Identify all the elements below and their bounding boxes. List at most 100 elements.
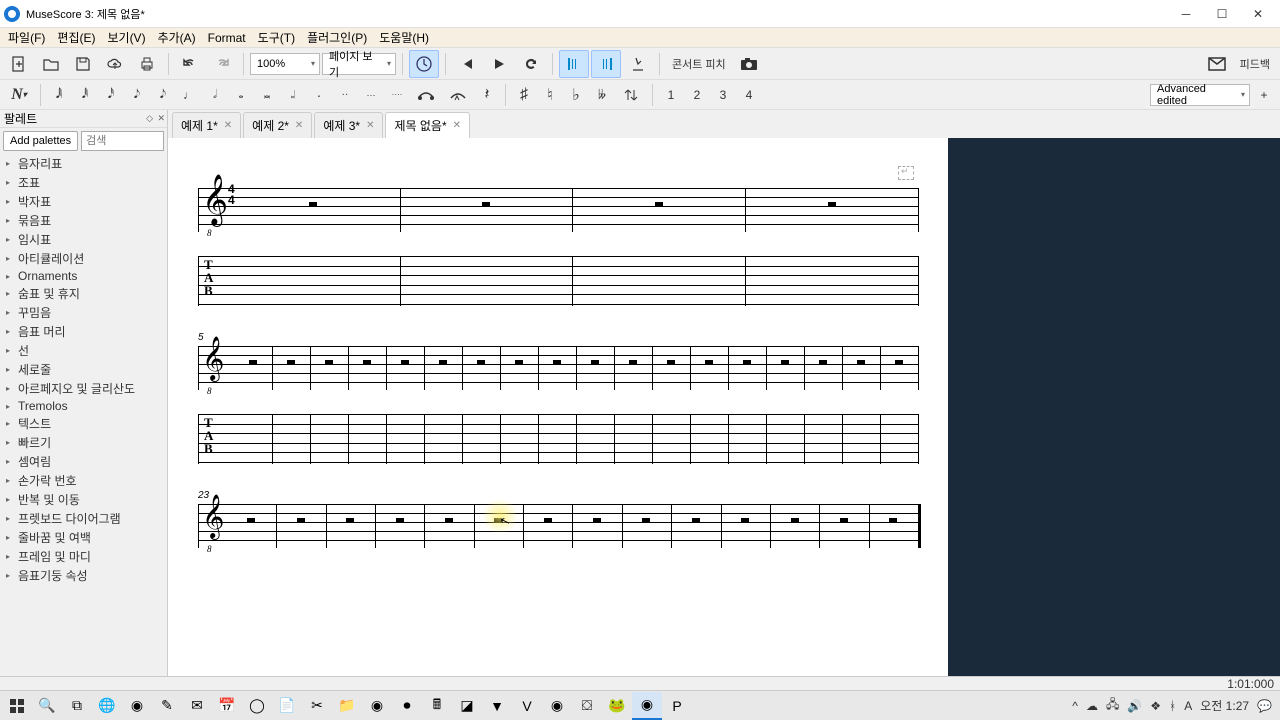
palette-item[interactable]: ▸음표기둥 속성 bbox=[0, 566, 167, 585]
tie-button[interactable] bbox=[411, 81, 441, 109]
duration-quarter-button[interactable]: ♩ bbox=[177, 81, 201, 109]
play-button[interactable] bbox=[484, 50, 514, 78]
cloud-button[interactable] bbox=[100, 50, 130, 78]
calendar-icon[interactable]: 📅 bbox=[212, 692, 242, 720]
app-icon-3[interactable]: 📄 bbox=[272, 692, 302, 720]
close-button[interactable]: ✕ bbox=[1240, 1, 1276, 27]
palette-item[interactable]: ▸음자리표 bbox=[0, 154, 167, 173]
palette-item[interactable]: ▸텍스트 bbox=[0, 414, 167, 433]
chrome-icon[interactable]: ◯ bbox=[242, 692, 272, 720]
snapshot-button[interactable] bbox=[734, 50, 764, 78]
calc-icon[interactable]: 🖩 bbox=[422, 692, 452, 720]
app-icon-6[interactable]: ▼ bbox=[482, 692, 512, 720]
note-input-mode-button[interactable]: N▾ bbox=[4, 81, 34, 109]
voice-2-button[interactable]: 2 bbox=[685, 81, 709, 109]
duration-8th2-button[interactable]: 𝅘𝅥𝅮 bbox=[151, 81, 175, 109]
duration-half-button[interactable]: 𝅗𝅥 bbox=[203, 81, 227, 109]
app-icon-5[interactable]: ◪ bbox=[452, 692, 482, 720]
search-icon[interactable]: 🔍 bbox=[32, 692, 62, 720]
palette-item[interactable]: ▸박자표 bbox=[0, 192, 167, 211]
menu-tools[interactable]: 도구(T) bbox=[252, 27, 301, 48]
tray-app-icon[interactable]: ❖ bbox=[1150, 699, 1161, 713]
duration-64th-button[interactable]: 𝅘𝅥𝅲 bbox=[47, 81, 71, 109]
maps-icon[interactable]: ◉ bbox=[362, 692, 392, 720]
concert-pitch-button[interactable]: 콘서트 피치 bbox=[666, 56, 732, 72]
menu-help[interactable]: 도움말(H) bbox=[373, 27, 435, 48]
dot4-button[interactable]: ···· bbox=[385, 81, 409, 109]
app-icon-2[interactable]: ✎ bbox=[152, 692, 182, 720]
flip-button[interactable] bbox=[616, 81, 646, 109]
rest-button[interactable]: 𝄽 bbox=[475, 81, 499, 109]
voice-3-button[interactable]: 3 bbox=[711, 81, 735, 109]
tray-ime-icon[interactable]: A bbox=[1184, 699, 1192, 713]
menu-file[interactable]: 파일(F) bbox=[2, 27, 51, 48]
palette-item[interactable]: ▸빠르기 bbox=[0, 433, 167, 452]
add-palettes-button[interactable]: Add palettes bbox=[3, 131, 78, 151]
palette-item[interactable]: ▸조표 bbox=[0, 173, 167, 192]
palette-item[interactable]: ▸프렛보드 다이어그램 bbox=[0, 509, 167, 528]
palette-item[interactable]: ▸Ornaments bbox=[0, 268, 167, 284]
taskview-icon[interactable]: ⧉ bbox=[62, 692, 92, 720]
menu-edit[interactable]: 편집(E) bbox=[51, 27, 101, 48]
feedback-label[interactable]: 피드백 bbox=[1234, 56, 1276, 72]
document-tab[interactable]: 예제 3*✕ bbox=[314, 112, 383, 138]
tray-cloud-icon[interactable]: ☁ bbox=[1086, 699, 1098, 713]
tab-close-icon[interactable]: ✕ bbox=[453, 120, 461, 131]
slur-button[interactable] bbox=[443, 81, 473, 109]
view-mode-combo[interactable]: 페이지 보기 bbox=[322, 53, 396, 75]
menu-add[interactable]: 추가(A) bbox=[152, 27, 202, 48]
edge-icon[interactable]: 🌐 bbox=[92, 692, 122, 720]
rewind-button[interactable] bbox=[452, 50, 482, 78]
palette-item[interactable]: ▸음표 머리 bbox=[0, 322, 167, 341]
zoom-combo[interactable]: 100% bbox=[250, 53, 320, 75]
app-icon-9[interactable]: ⛋ bbox=[572, 692, 602, 720]
save-button[interactable] bbox=[68, 50, 98, 78]
record-icon[interactable]: ⏺ bbox=[392, 692, 422, 720]
document-tab[interactable]: 예제 1*✕ bbox=[172, 112, 241, 138]
voice-1-button[interactable]: 1 bbox=[659, 81, 683, 109]
musescore-taskbar-icon[interactable]: ◉ bbox=[632, 692, 662, 720]
app-icon-1[interactable]: ◉ bbox=[122, 692, 152, 720]
duration-16th-button[interactable]: 𝅘𝅥𝅰 bbox=[99, 81, 123, 109]
natural-button[interactable]: ♮ bbox=[538, 81, 562, 109]
print-button[interactable] bbox=[132, 50, 162, 78]
document-tab[interactable]: 예제 2*✕ bbox=[243, 112, 312, 138]
minimize-button[interactable]: ─ bbox=[1168, 1, 1204, 27]
explorer-icon[interactable]: 📁 bbox=[332, 692, 362, 720]
maximize-button[interactable]: ☐ bbox=[1204, 1, 1240, 27]
palette-item[interactable]: ▸임시표 bbox=[0, 230, 167, 249]
countin-button[interactable] bbox=[623, 50, 653, 78]
new-score-button[interactable] bbox=[4, 50, 34, 78]
sharp-button[interactable]: ♯ bbox=[512, 81, 536, 109]
loop-in-button[interactable] bbox=[559, 50, 589, 78]
palette-item[interactable]: ▸묶음표 bbox=[0, 211, 167, 230]
palette-item[interactable]: ▸숨표 및 휴지 bbox=[0, 284, 167, 303]
undo-button[interactable] bbox=[175, 50, 205, 78]
menu-view[interactable]: 보기(V) bbox=[101, 27, 151, 48]
palette-item[interactable]: ▸프레임 및 마디 bbox=[0, 547, 167, 566]
palette-item[interactable]: ▸반복 및 이동 bbox=[0, 490, 167, 509]
loop-out-button[interactable] bbox=[591, 50, 621, 78]
palette-item[interactable]: ▸꾸밈음 bbox=[0, 303, 167, 322]
duration-8th-button[interactable]: 𝅘𝅥𝅮 bbox=[125, 81, 149, 109]
tab-close-icon[interactable]: ✕ bbox=[224, 120, 232, 131]
app-icon-10[interactable]: 🐸 bbox=[602, 692, 632, 720]
palette-item[interactable]: ▸Tremolos bbox=[0, 398, 167, 414]
metronome-button[interactable] bbox=[409, 50, 439, 78]
duration-breve-button[interactable]: 𝅜 bbox=[255, 81, 279, 109]
tray-chevron-icon[interactable]: ^ bbox=[1072, 699, 1078, 713]
app-icon-7[interactable]: V bbox=[512, 692, 542, 720]
palette-item[interactable]: ▸손가락 번호 bbox=[0, 471, 167, 490]
menu-plugins[interactable]: 플러그인(P) bbox=[301, 27, 373, 48]
doubleflat-button[interactable]: 𝄫 bbox=[590, 81, 614, 109]
tray-network-icon[interactable]: 🖧 bbox=[1106, 695, 1119, 716]
app-icon-4[interactable]: ✂ bbox=[302, 692, 332, 720]
tray-volume-icon[interactable]: 🔊 bbox=[1127, 699, 1142, 713]
score-viewport[interactable]: ↵ 𝄞 8 44 T A B 5 𝄞 bbox=[168, 138, 1280, 676]
palette-item[interactable]: ▸셈여림 bbox=[0, 452, 167, 471]
tray-notifications-icon[interactable]: 💬 bbox=[1257, 699, 1272, 713]
palette-item[interactable]: ▸선 bbox=[0, 341, 167, 360]
voice-4-button[interactable]: 4 bbox=[737, 81, 761, 109]
redo-button[interactable] bbox=[207, 50, 237, 78]
palette-dock-icon[interactable]: ◇ bbox=[146, 113, 153, 124]
